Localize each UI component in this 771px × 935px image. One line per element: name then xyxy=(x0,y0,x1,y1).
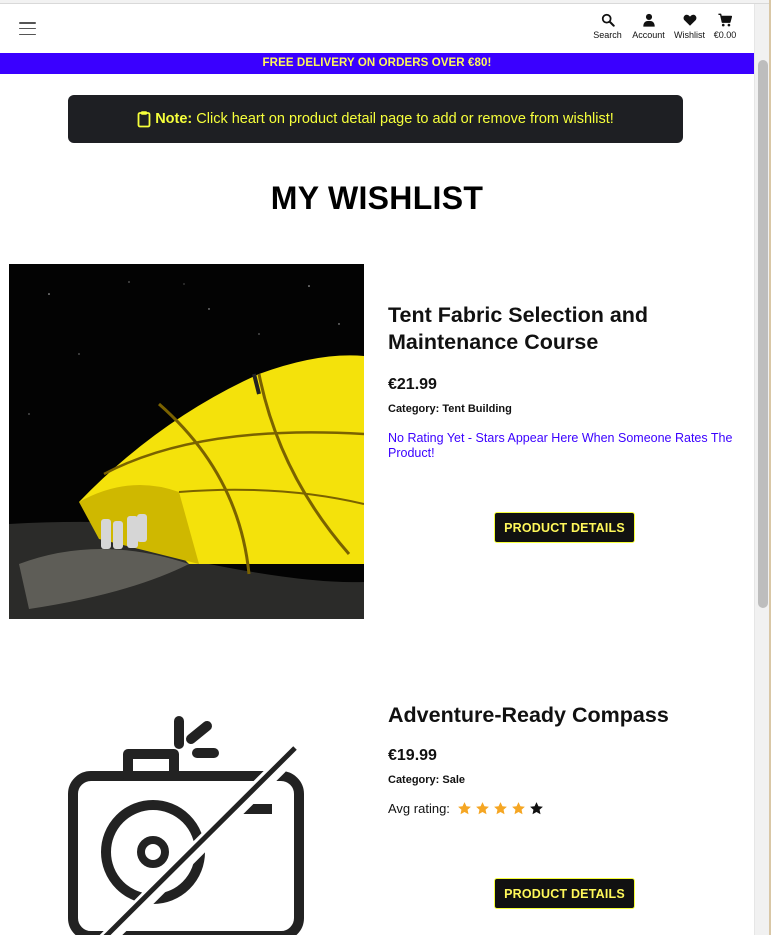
nav-account-label: Account xyxy=(632,30,665,40)
free-delivery-banner: FREE DELIVERY ON ORDERS OVER €80! xyxy=(0,53,754,74)
product-info: Tent Fabric Selection and Maintenance Co… xyxy=(388,302,740,461)
star-filled-icon xyxy=(476,802,489,815)
product-info: Adventure-Ready Compass €19.99 Category:… xyxy=(388,702,740,816)
note-text: Click heart on product detail page to ad… xyxy=(192,111,614,127)
clipboard-icon xyxy=(137,111,151,128)
wishlist-item: Tent Fabric Selection and Maintenance Co… xyxy=(0,264,754,624)
site-header: Search Account Wishlist €0.00 xyxy=(0,4,754,53)
nav-cart[interactable]: €0.00 xyxy=(710,13,740,41)
search-icon xyxy=(601,13,615,27)
no-image-camera-icon[interactable] xyxy=(9,696,364,935)
star-filled-icon xyxy=(494,802,507,815)
cart-icon xyxy=(718,13,732,27)
category-label: Category: xyxy=(388,774,440,786)
category-value: Sale xyxy=(442,774,466,786)
note-bold: Note: xyxy=(155,111,193,127)
nav-cart-total: €0.00 xyxy=(713,30,737,40)
page-title: MY WISHLIST xyxy=(270,180,484,216)
nav-search[interactable]: Search xyxy=(587,13,628,41)
nav-wishlist[interactable]: Wishlist xyxy=(669,13,710,41)
category-value: Tent Building xyxy=(442,403,512,415)
product-image-tent[interactable] xyxy=(9,264,364,619)
product-name[interactable]: Tent Fabric Selection and Maintenance Co… xyxy=(388,302,740,356)
avg-rating: Avg rating: xyxy=(388,801,740,816)
nav-wishlist-label: Wishlist xyxy=(674,30,705,40)
product-details-button[interactable]: PRODUCT DETAILS xyxy=(494,512,635,543)
product-price: €19.99 xyxy=(388,747,437,764)
hamburger-icon[interactable] xyxy=(19,22,36,35)
scrollbar-thumb[interactable] xyxy=(758,60,768,608)
product-category: Category: Sale xyxy=(388,774,740,786)
avg-rating-label: Avg rating: xyxy=(388,801,450,816)
heart-icon xyxy=(683,14,696,26)
star-empty-icon xyxy=(530,802,543,815)
star-filled-icon xyxy=(512,802,525,815)
nav-account[interactable]: Account xyxy=(628,13,669,41)
star-filled-icon xyxy=(458,802,471,815)
product-details-button[interactable]: PRODUCT DETAILS xyxy=(494,878,635,909)
product-name[interactable]: Adventure-Ready Compass xyxy=(388,702,740,729)
nav-search-label: Search xyxy=(593,30,622,40)
wishlist-note: Note: Click heart on product detail page… xyxy=(68,95,683,143)
product-category: Category: Tent Building xyxy=(388,403,740,415)
wishlist-item: Adventure-Ready Compass €19.99 Category:… xyxy=(0,690,754,935)
category-label: Category: xyxy=(388,403,440,415)
product-price: €21.99 xyxy=(388,376,437,393)
user-icon xyxy=(642,13,655,27)
no-rating-text: No Rating Yet - Stars Appear Here When S… xyxy=(388,431,733,460)
rating-stars xyxy=(457,801,544,816)
header-nav: Search Account Wishlist €0.00 xyxy=(587,13,740,41)
